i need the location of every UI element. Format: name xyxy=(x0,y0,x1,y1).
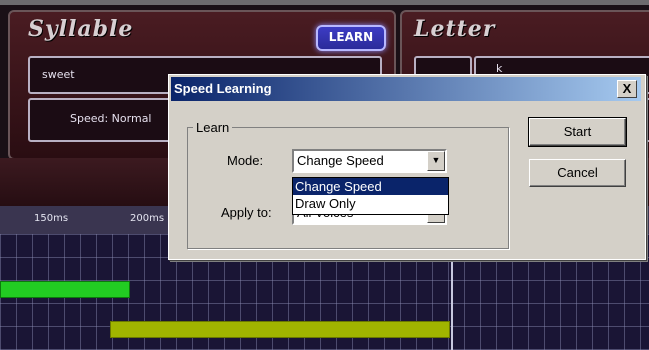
mode-label: Mode: xyxy=(227,153,264,168)
learn-button[interactable]: LEARN xyxy=(316,25,386,51)
green-segment[interactable] xyxy=(0,281,130,298)
dialog-titlebar[interactable]: Speed Learning X xyxy=(171,77,641,101)
syllable-title: Syllable xyxy=(28,16,134,42)
window-top-edge xyxy=(0,0,649,5)
apply-to-label: Apply to: xyxy=(221,205,272,220)
mode-dropdown-list: Change Speed Draw Only xyxy=(292,177,449,215)
option-draw-only[interactable]: Draw Only xyxy=(293,195,448,212)
learn-group-label: Learn xyxy=(193,120,233,135)
option-change-speed[interactable]: Change Speed xyxy=(293,178,448,195)
syllable-value: sweet xyxy=(42,68,75,81)
olive-segment[interactable] xyxy=(110,321,450,338)
mode-select[interactable]: Change Speed ▼ xyxy=(292,149,447,173)
ruler-tick-200ms: 200ms xyxy=(130,213,165,224)
close-button[interactable]: X xyxy=(617,80,637,98)
cancel-button[interactable]: Cancel xyxy=(529,159,626,187)
speed-learning-dialog: Speed Learning X Learn Mode: Change Spee… xyxy=(168,74,646,260)
mode-select-value: Change Speed xyxy=(297,153,384,168)
start-button[interactable]: Start xyxy=(528,117,627,147)
letter-title: Letter xyxy=(414,16,496,42)
ruler-tick-150ms: 150ms xyxy=(34,213,69,224)
mode-dropdown-arrow-icon[interactable]: ▼ xyxy=(427,151,445,171)
speed-value: Speed: Normal xyxy=(70,112,152,125)
dialog-title: Speed Learning xyxy=(174,81,272,96)
